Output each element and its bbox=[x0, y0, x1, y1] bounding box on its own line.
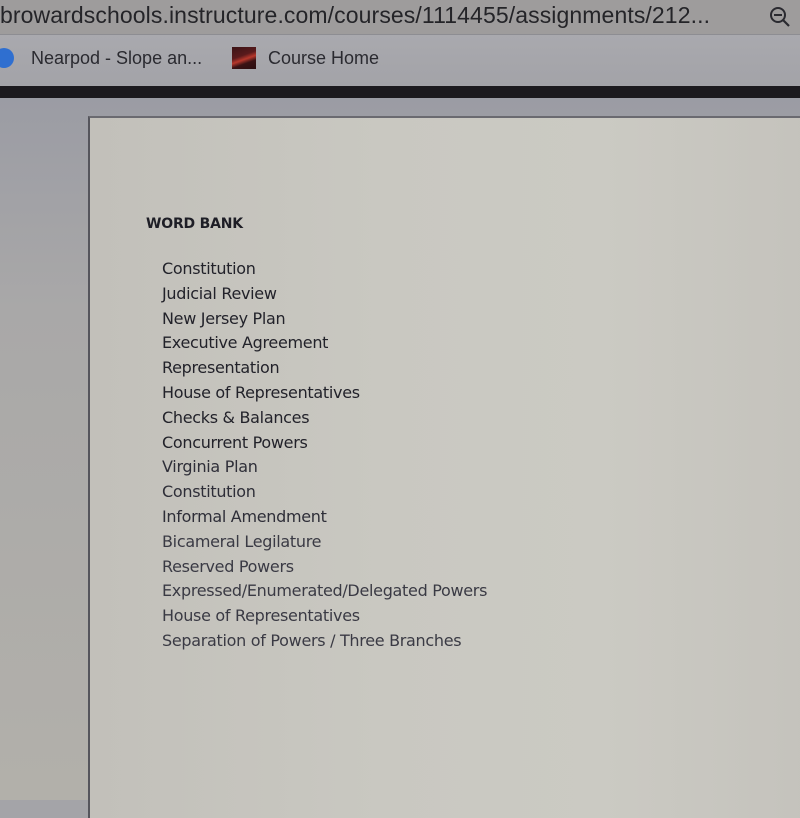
bookmark-label: Course Home bbox=[268, 47, 380, 68]
word-bank-item: Informal Amendment bbox=[162, 506, 327, 526]
word-bank-item: Bicameral Legilature bbox=[162, 531, 322, 551]
bookmark-nearpod[interactable]: Nearpod - Slope an... bbox=[0, 44, 202, 72]
url-text[interactable]: browardschools.instructure.com/courses/1… bbox=[0, 0, 710, 34]
word-bank-item: House of Representatives bbox=[162, 382, 360, 402]
word-bank-item: Constitution bbox=[162, 259, 256, 278]
word-bank-item: Concurrent Powers bbox=[162, 432, 308, 452]
bookmark-label: Nearpod - Slope an... bbox=[31, 47, 203, 68]
word-bank-heading: WORD BANK bbox=[146, 216, 243, 232]
word-bank-item: Reserved Powers bbox=[162, 556, 294, 576]
word-bank-item: Checks & Balances bbox=[162, 407, 310, 427]
bookmarks-bar: Nearpod - Slope an... Course Home bbox=[0, 34, 800, 85]
word-bank-item: Judicial Review bbox=[162, 283, 277, 303]
word-bank-list: Constitution Judicial Review New Jersey … bbox=[162, 257, 487, 654]
zoom-out-icon[interactable] bbox=[768, 5, 792, 29]
word-bank-item: Representation bbox=[162, 358, 280, 378]
bookmark-course-home[interactable]: Course Home bbox=[232, 44, 379, 72]
course-home-icon bbox=[232, 47, 256, 69]
word-bank-item: New Jersey Plan bbox=[162, 308, 286, 328]
address-bar[interactable]: browardschools.instructure.com/courses/1… bbox=[0, 0, 800, 34]
canvas-header-strip bbox=[0, 86, 800, 98]
word-bank-item: Executive Agreement bbox=[162, 333, 329, 353]
word-bank-item: Constitution bbox=[162, 482, 256, 502]
word-bank-item: House of Representatives bbox=[162, 606, 360, 626]
word-bank-item: Separation of Powers / Three Branches bbox=[162, 630, 462, 650]
word-bank-item: Expressed/Enumerated/Delegated Powers bbox=[162, 581, 488, 601]
nearpod-icon bbox=[0, 48, 14, 68]
word-bank-item: Virginia Plan bbox=[162, 457, 258, 477]
